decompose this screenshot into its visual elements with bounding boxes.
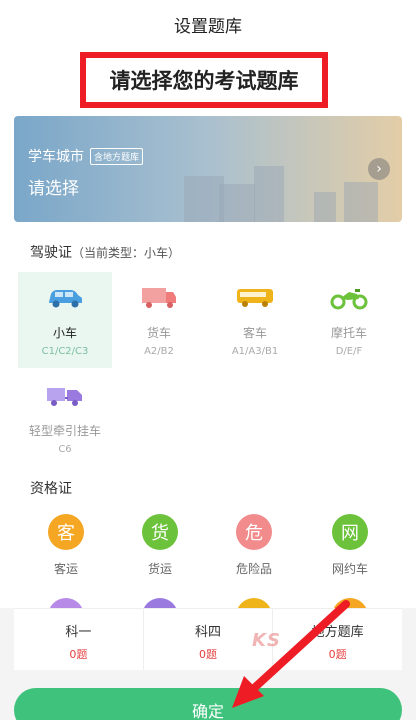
vehicle-option-truck[interactable]: 货车 A2/B2 xyxy=(112,272,206,368)
prompt-highlight: 请选择您的考试题库 xyxy=(80,52,328,108)
local-bank-tag: 含地方题库 xyxy=(90,147,144,165)
qualification-name: 货运 xyxy=(147,562,172,576)
building-shape xyxy=(314,192,336,222)
license-section-title: 驾驶证（当前类型：小车） xyxy=(30,242,180,262)
chevron-right-icon[interactable]: › xyxy=(368,158,390,180)
vehicle-code: A2/B2 xyxy=(144,346,174,357)
qualification-option-hazmat[interactable]: 危 危险品 xyxy=(214,514,294,577)
vehicle-option-bus[interactable]: 客车 A1/A3/B1 xyxy=(208,272,302,368)
ridehail-badge-icon: 网 xyxy=(332,514,368,550)
page-title: 设置题库 xyxy=(174,16,242,37)
vehicle-name: 摩托车 xyxy=(330,326,367,340)
vehicle-code: D/E/F xyxy=(335,346,363,357)
trailer-icon xyxy=(47,388,82,406)
stat-subject-one: 科一 0题 xyxy=(14,609,144,670)
truck-icon xyxy=(142,288,176,308)
motorcycle-icon xyxy=(330,289,368,310)
question-count-bar: 科一 0题 科四 0题 地方题库 0题 xyxy=(14,608,402,670)
license-title: 驾驶证 xyxy=(30,245,72,261)
choose-city-text: 请选择 xyxy=(28,179,79,199)
confirm-button[interactable]: 确定 xyxy=(14,688,402,720)
freight-badge-icon: 货 xyxy=(142,514,178,550)
vehicle-option-trailer[interactable]: 轻型牵引挂车 C6 xyxy=(18,370,112,466)
license-subtitle: （当前类型：小车） xyxy=(72,246,181,260)
settings-card: 请选择您的考试题库 学车城市 含地方题库 请选择 › 驾驶证（当前类型：小车） … xyxy=(0,48,416,618)
city-banner[interactable]: 学车城市 含地方题库 请选择 › xyxy=(14,116,402,222)
passenger-badge-icon: 客 xyxy=(48,514,84,550)
stat-value: 0题 xyxy=(69,648,88,661)
stat-label: 科一 xyxy=(65,625,92,640)
building-shape xyxy=(254,166,284,222)
qualification-option-freight[interactable]: 货 货运 xyxy=(120,514,200,577)
stat-value: 0题 xyxy=(328,648,347,661)
qualification-option-passenger[interactable]: 客 客运 xyxy=(26,514,106,577)
prompt-text: 请选择您的考试题库 xyxy=(109,69,299,93)
vehicle-code: C1/C2/C3 xyxy=(41,346,89,357)
building-shape xyxy=(184,176,224,222)
vehicle-name: 轻型牵引挂车 xyxy=(28,424,101,438)
vehicle-option-motorcycle[interactable]: 摩托车 D/E/F xyxy=(302,272,396,368)
stat-label: 地方题库 xyxy=(311,625,364,640)
city-label-text: 学车城市 xyxy=(28,149,84,165)
qualification-name: 网约车 xyxy=(331,562,368,576)
city-label: 学车城市 含地方题库 xyxy=(28,146,144,166)
building-shape xyxy=(344,182,378,222)
vehicle-name: 货车 xyxy=(146,326,171,340)
qualification-section-title: 资格证 xyxy=(30,481,72,497)
qualification-name: 危险品 xyxy=(235,562,272,576)
stat-local-bank: 地方题库 0题 xyxy=(273,609,402,670)
watermark-logo: KS xyxy=(252,630,281,651)
vehicle-code: A1/A3/B1 xyxy=(231,346,279,357)
car-icon xyxy=(49,290,82,308)
bus-icon xyxy=(237,289,273,307)
vehicle-option-car[interactable]: 小车 C1/C2/C3 xyxy=(18,272,112,368)
vehicle-code: C6 xyxy=(58,444,72,455)
vehicle-name: 客车 xyxy=(242,326,267,340)
building-shape xyxy=(219,184,255,222)
top-bar: 设置题库 xyxy=(0,0,416,48)
hazmat-badge-icon: 危 xyxy=(236,514,272,550)
qualification-name: 客运 xyxy=(53,562,78,576)
vehicle-name: 小车 xyxy=(52,326,77,340)
qualification-option-ridehail[interactable]: 网 网约车 xyxy=(310,514,390,577)
